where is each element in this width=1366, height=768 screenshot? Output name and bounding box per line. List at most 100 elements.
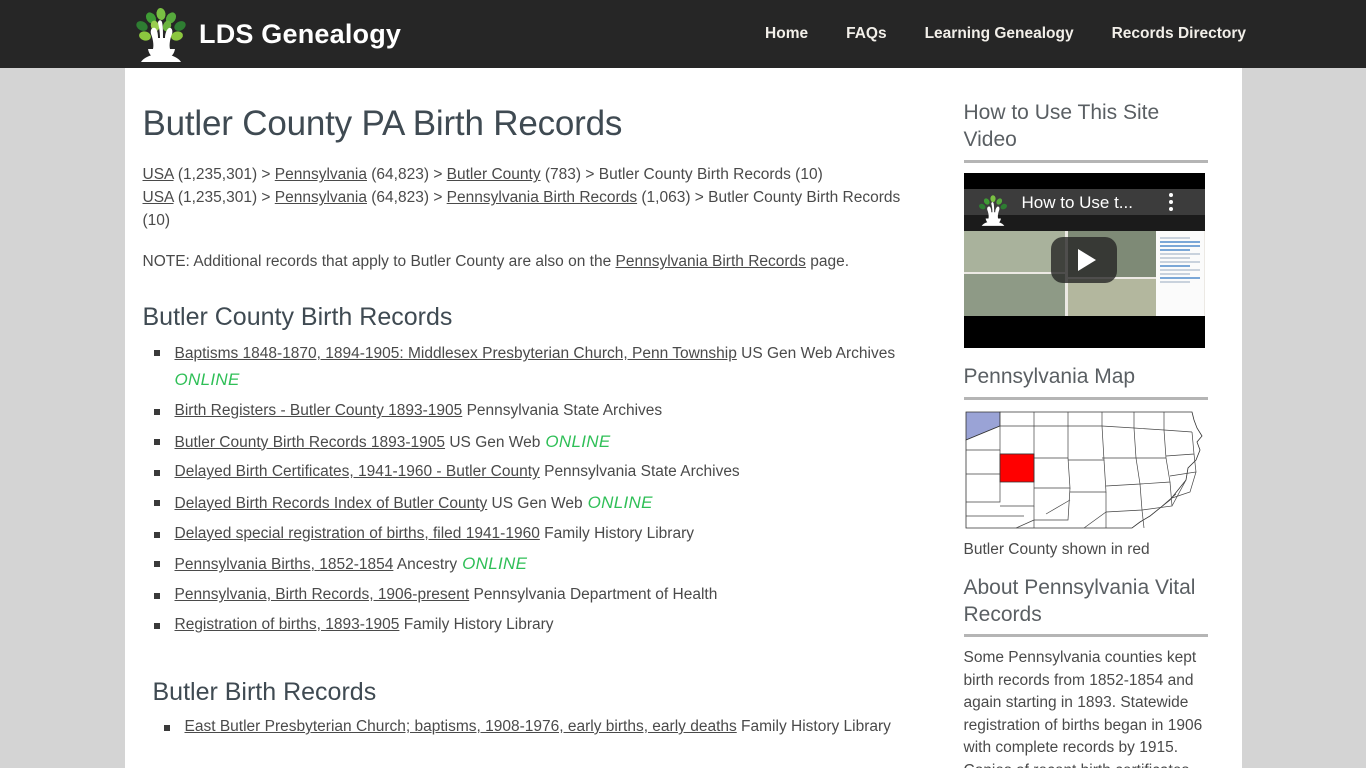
breadcrumb-link[interactable]: Pennsylvania: [275, 166, 367, 183]
thumb-photo: [963, 272, 1065, 316]
thumb-textline: [1160, 256, 1190, 259]
record-item: Butler County Birth Records 1893-1905 US…: [143, 429, 920, 456]
widget-video: How to Use This Site Video How to Use t.…: [963, 100, 1208, 348]
record-link[interactable]: East Butler Presbyterian Church; baptism…: [185, 718, 737, 735]
thumb-textline: [1160, 240, 1201, 243]
sub-record-list: East Butler Presbyterian Church; baptism…: [153, 715, 920, 739]
record-item: Pennsylvania, Birth Records, 1906-presen…: [143, 583, 920, 607]
widget-divider: [963, 396, 1208, 400]
breadcrumb-row-1: USA (1,235,301) > Pennsylvania (64,823) …: [143, 164, 920, 187]
section-title: Butler County Birth Records: [142, 303, 453, 332]
nav-item-faqs[interactable]: FAQs: [846, 25, 886, 43]
note-line: NOTE: Additional records that apply to B…: [143, 250, 920, 273]
record-link[interactable]: Pennsylvania, Birth Records, 1906-presen…: [175, 586, 470, 603]
widget-map: Pennsylvania Map Butler County shown in …: [963, 364, 1208, 559]
nav-item-home[interactable]: Home: [765, 25, 808, 43]
record-source: US Gen Web: [487, 494, 583, 512]
thumb-textline: [1160, 260, 1201, 263]
play-button-icon[interactable]: [1051, 237, 1117, 284]
record-link[interactable]: Butler County Birth Records 1893-1905: [175, 434, 446, 451]
site-header: LDS Genealogy Home FAQs Learning Genealo…: [0, 0, 1366, 68]
thumb-textline: [1160, 264, 1190, 267]
tree-logo-icon: [976, 191, 1010, 229]
thumb-textline: [1160, 236, 1190, 239]
widget-about-title: About Pennsylvania Vital Records: [963, 575, 1196, 626]
breadcrumb-text: (783) > Butler County Birth Records (10): [540, 166, 823, 184]
page-background: Butler County PA Birth Records USA (1,23…: [0, 68, 1366, 768]
video-player[interactable]: How to Use t...: [963, 172, 1205, 348]
play-triangle: [1077, 249, 1096, 272]
record-link[interactable]: Registration of births, 1893-1905: [175, 616, 400, 633]
record-link[interactable]: Birth Registers - Butler County 1893-190…: [175, 402, 463, 419]
record-link[interactable]: Delayed Birth Records Index of Butler Co…: [175, 495, 488, 512]
page-title: Butler County PA Birth Records: [142, 104, 623, 143]
record-item: Delayed Birth Records Index of Butler Co…: [143, 490, 920, 517]
record-link[interactable]: Pennsylvania Births, 1852-1854: [175, 556, 394, 573]
about-body-text: Some Pennsylvania counties kept birth re…: [963, 649, 1203, 768]
pennsylvania-county-map: [963, 409, 1204, 535]
breadcrumb-text: (1,235,301) >: [173, 166, 275, 184]
record-source: Pennsylvania Department of Health: [469, 586, 718, 604]
record-source: Ancestry: [393, 556, 458, 574]
breadcrumb-link[interactable]: Pennsylvania Birth Records: [447, 189, 637, 206]
brand-name: LDS Genealogy: [199, 18, 402, 49]
record-link[interactable]: Delayed Birth Certificates, 1941-1960 - …: [175, 463, 540, 480]
breadcrumb-link[interactable]: USA: [143, 166, 174, 183]
record-item: Delayed special registration of births, …: [143, 522, 920, 546]
brand-logo-link[interactable]: LDS Genealogy: [131, 5, 401, 63]
widget-about: About Pennsylvania Vital Records Some Pe…: [963, 575, 1208, 768]
record-item: Pennsylvania Births, 1852-1854 Ancestry …: [143, 551, 920, 578]
widget-divider: [963, 159, 1208, 163]
thumb-textline: [1160, 272, 1190, 275]
thumb-textline: [1160, 244, 1201, 247]
subsection-title: Butler Birth Records: [152, 678, 377, 707]
thumb-textline: [1160, 268, 1201, 271]
online-badge: ONLINE: [582, 492, 653, 512]
tree-logo-icon: [131, 5, 191, 63]
widget-divider: [963, 634, 1208, 638]
thumb-col-left: [963, 230, 1065, 316]
breadcrumb-link[interactable]: USA: [143, 189, 174, 206]
record-source: Family History Library: [736, 718, 891, 736]
record-list: Baptisms 1848-1870, 1894-1905: Middlesex…: [143, 340, 920, 637]
note-prefix: NOTE: Additional records that apply to B…: [142, 253, 616, 271]
main-content: Butler County PA Birth Records USA (1,23…: [125, 68, 940, 768]
record-item: Baptisms 1848-1870, 1894-1905: Middlesex…: [143, 340, 920, 394]
online-badge: ONLINE: [174, 370, 240, 390]
nav-item-records-directory[interactable]: Records Directory: [1112, 25, 1246, 43]
record-link[interactable]: Baptisms 1848-1870, 1894-1905: Middlesex…: [175, 345, 737, 362]
record-item: Delayed Birth Certificates, 1941-1960 - …: [143, 460, 920, 484]
thumb-textline: [1160, 280, 1190, 283]
breadcrumb-link[interactable]: Butler County: [447, 166, 541, 183]
note-link-pennsylvania-birth-records[interactable]: Pennsylvania Birth Records: [616, 253, 806, 270]
breadcrumb-text: (64,823) >: [366, 189, 447, 207]
online-badge: ONLINE: [457, 554, 528, 574]
video-title: How to Use t...: [1021, 192, 1133, 212]
breadcrumb: USA (1,235,301) > Pennsylvania (64,823) …: [143, 164, 920, 233]
widget-video-title: How to Use This Site Video: [963, 101, 1160, 151]
record-source: US Gen Web: [445, 433, 541, 451]
breadcrumb-row-2: USA (1,235,301) > Pennsylvania (64,823) …: [143, 187, 920, 233]
note-suffix: page.: [805, 253, 850, 271]
thumb-textline: [1160, 276, 1201, 279]
nav-item-learning-genealogy[interactable]: Learning Genealogy: [925, 25, 1074, 43]
content-container: Butler County PA Birth Records USA (1,23…: [124, 68, 1242, 768]
record-item: Registration of births, 1893-1905 Family…: [143, 613, 920, 637]
record-source: Pennsylvania State Archives: [539, 463, 740, 481]
thumb-photo: [963, 230, 1065, 273]
record-source: Pennsylvania State Archives: [462, 402, 663, 420]
map-caption: Butler County shown in red: [963, 540, 1150, 558]
main-navigation: Home FAQs Learning Genealogy Records Dir…: [765, 0, 1246, 68]
kebab-menu-icon[interactable]: [1168, 192, 1173, 211]
record-item: Birth Registers - Butler County 1893-190…: [143, 399, 920, 423]
sidebar: How to Use This Site Video How to Use t.…: [940, 68, 1242, 768]
record-item: East Butler Presbyterian Church; baptism…: [153, 715, 920, 739]
record-source: Family History Library: [539, 524, 694, 542]
breadcrumb-text: (1,235,301) >: [173, 189, 275, 207]
breadcrumb-link[interactable]: Pennsylvania: [275, 189, 367, 206]
record-source: US Gen Web Archives: [736, 345, 896, 363]
record-source: Family History Library: [399, 615, 554, 633]
widget-map-title: Pennsylvania Map: [963, 364, 1136, 388]
record-link[interactable]: Delayed special registration of births, …: [175, 525, 540, 542]
thumb-textline: [1160, 248, 1190, 251]
